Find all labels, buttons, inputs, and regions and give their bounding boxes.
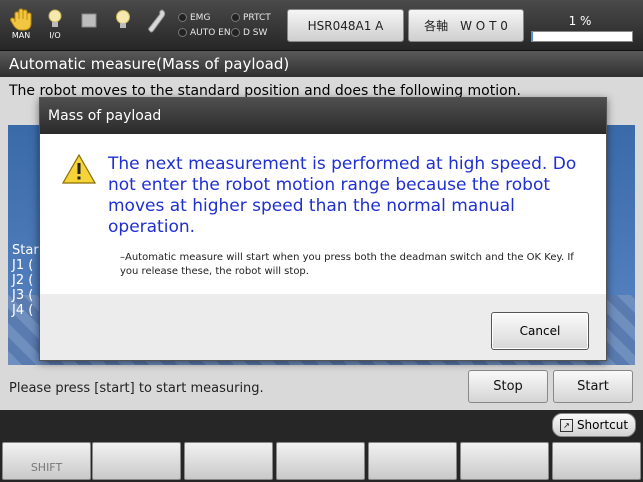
dialog-warning-message: The next measurement is performed at hig… xyxy=(108,154,577,237)
dialog-body: The next measurement is performed at hig… xyxy=(40,134,606,294)
dialog-note: –Automatic measure will start when you p… xyxy=(120,252,574,277)
modal-overlay: Mass of payload The next measurement is … xyxy=(0,0,643,482)
warning-icon xyxy=(62,154,96,184)
mass-of-payload-dialog: Mass of payload The next measurement is … xyxy=(39,97,607,361)
cancel-button[interactable]: Cancel xyxy=(491,312,589,350)
dialog-title: Mass of payload xyxy=(40,98,606,134)
